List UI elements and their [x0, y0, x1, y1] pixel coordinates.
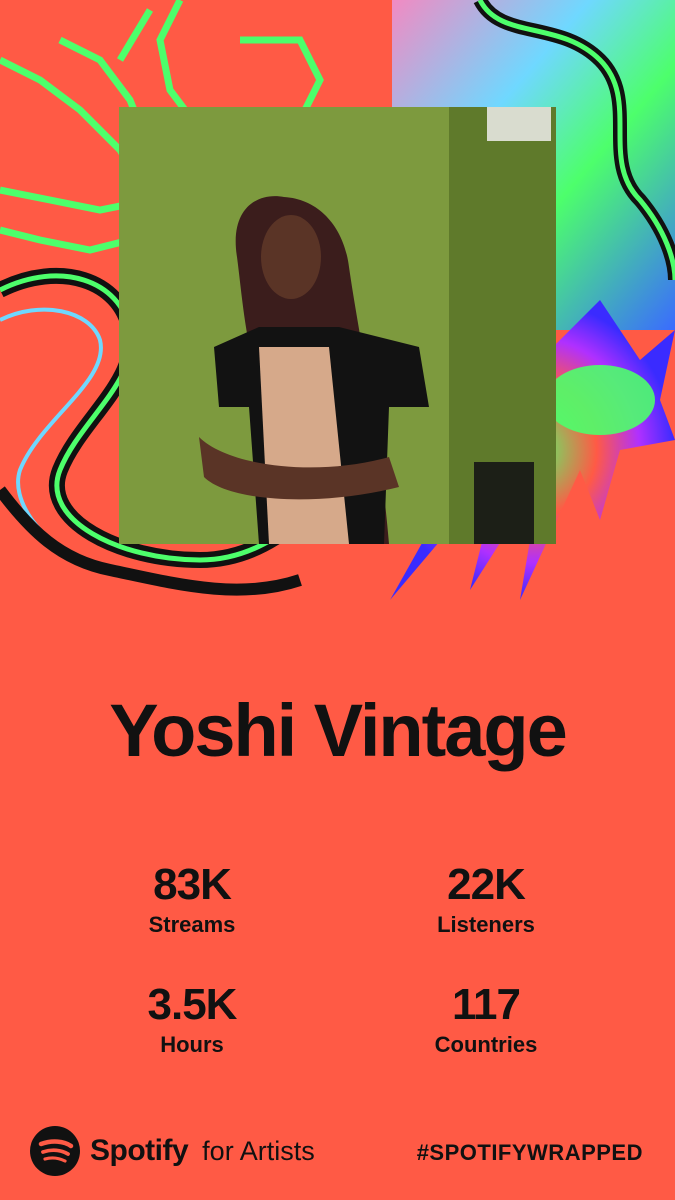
stat-listeners-value: 22K: [447, 860, 526, 909]
artist-photo: [119, 107, 556, 544]
hashtag: #SPOTIFYWRAPPED: [416, 1140, 643, 1165]
stat-countries-label: Countries: [434, 1032, 538, 1058]
stat-hours: 3.5K Hours: [82, 980, 302, 1058]
spotify-for-artists-logo: Spotify for Artists: [30, 1126, 315, 1176]
stat-listeners-label: Listeners: [437, 912, 535, 938]
spotify-logo-icon: [30, 1126, 80, 1176]
stat-countries: 117 Countries: [376, 980, 596, 1058]
stat-hours-label: Hours: [160, 1032, 224, 1058]
stat-streams: 83K Streams: [82, 860, 302, 938]
stat-countries-value: 117: [452, 980, 521, 1029]
brand-name: Spotify: [90, 1134, 189, 1167]
artist-name: Yoshi Vintage: [109, 689, 567, 772]
stat-streams-label: Streams: [148, 912, 236, 938]
stat-streams-value: 83K: [153, 860, 232, 909]
stat-listeners: 22K Listeners: [376, 860, 596, 938]
brand-suffix: for Artists: [202, 1135, 315, 1166]
stat-hours-value: 3.5K: [147, 980, 238, 1029]
